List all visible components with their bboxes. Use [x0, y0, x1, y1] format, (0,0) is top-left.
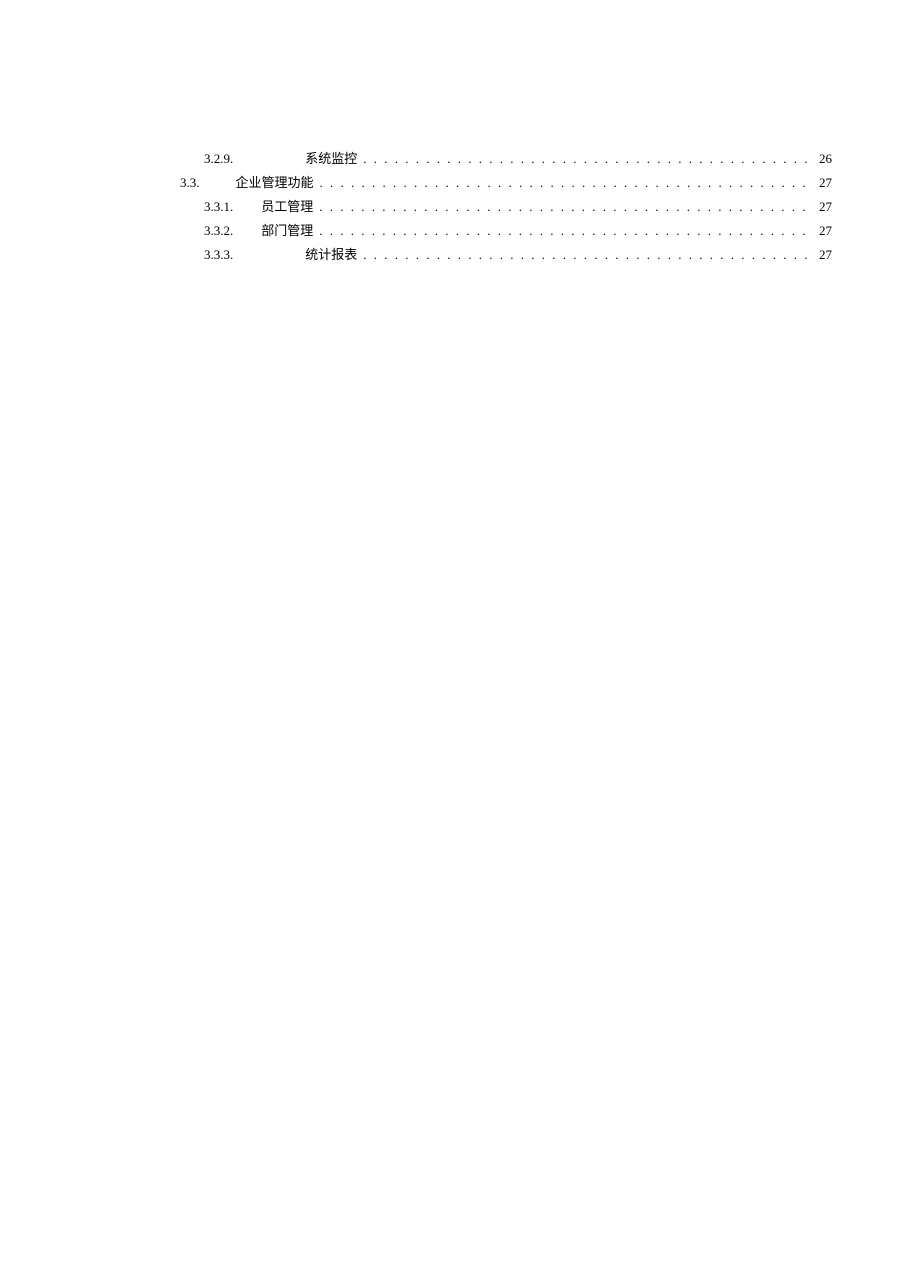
toc-entry-number: 3.2.9.	[204, 148, 233, 170]
toc-entry-title: 统计报表	[305, 244, 357, 266]
toc-entry-title: 系统监控	[305, 148, 357, 170]
toc-entry: 3.3.1. 员工管理 27	[88, 196, 832, 218]
toc-entry-number: 3.3.	[180, 172, 200, 194]
toc-entry-title: 员工管理	[261, 196, 313, 218]
toc-entry: 3.2.9. 系统监控 26	[88, 148, 832, 170]
toc-entry-page: 27	[812, 220, 832, 242]
toc-entry-page: 27	[812, 244, 832, 266]
toc-entry-page: 26	[812, 148, 832, 170]
toc-entry: 3.3. 企业管理功能 27	[88, 172, 832, 194]
toc-entry-page: 27	[812, 196, 832, 218]
toc-leader-dots	[357, 244, 812, 266]
toc-leader-dots	[357, 148, 812, 170]
toc-entry-number: 3.3.1.	[204, 196, 233, 218]
toc-leader-dots	[313, 196, 812, 218]
table-of-contents: 3.2.9. 系统监控 26 3.3. 企业管理功能 27 3.3.1. 员工管…	[0, 148, 920, 266]
toc-entry-title: 企业管理功能	[236, 172, 314, 194]
toc-entry-number: 3.3.3.	[204, 244, 233, 266]
toc-leader-dots	[314, 172, 812, 194]
toc-leader-dots	[313, 220, 812, 242]
toc-entry-title: 部门管理	[261, 220, 313, 242]
toc-entry-number: 3.3.2.	[204, 220, 233, 242]
toc-entry: 3.3.2. 部门管理 27	[88, 220, 832, 242]
toc-entry-page: 27	[812, 172, 832, 194]
toc-entry: 3.3.3. 统计报表 27	[88, 244, 832, 266]
